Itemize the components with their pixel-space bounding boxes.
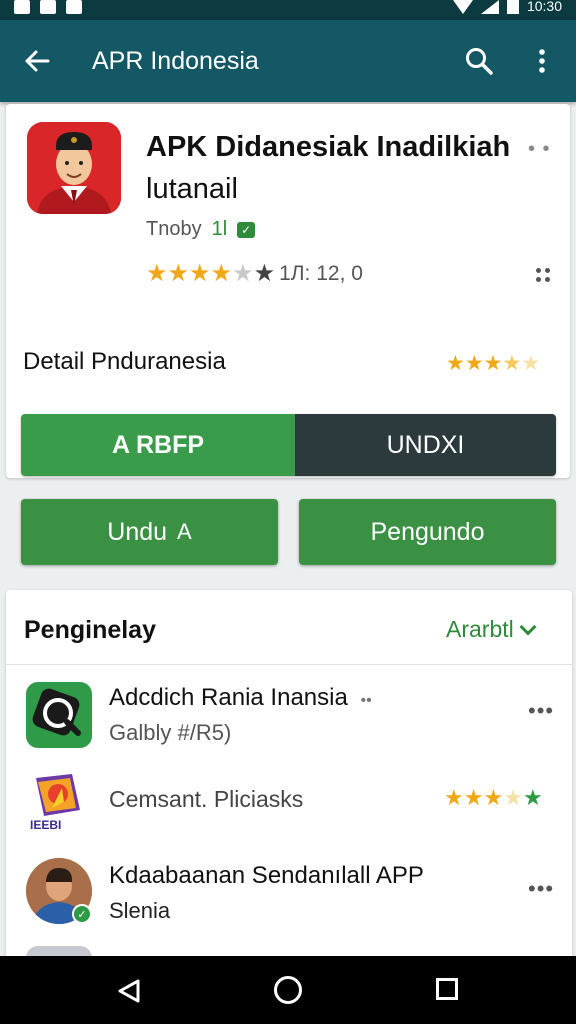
developer-name: Tnoby [146, 218, 202, 240]
nav-back-icon[interactable] [116, 978, 142, 1004]
undu-button[interactable]: Undu A [21, 499, 278, 565]
developer-row: Tnoby 1l ✓ [146, 218, 256, 241]
rating-row: ★ ★ ★ ★ ★ ★ 1Л: 12, 0 [146, 262, 363, 286]
detail-title: Detail Pnduranesia [23, 348, 226, 375]
pengundo-button[interactable]: Pengundo [299, 499, 556, 565]
status-notifications [14, 0, 82, 14]
more-vert-icon[interactable] [530, 46, 554, 76]
app-detail-card: APK Didanesiak Inadilkiah lutanail • • T… [6, 104, 570, 478]
avatar-illustration [27, 122, 121, 214]
star-icon: ★ [502, 352, 522, 375]
undu-button-label: Undu [107, 517, 168, 546]
segment-right-label: UNDXI [386, 430, 465, 459]
list-item-title[interactable]: Adcdich Rania Inansia •• [109, 684, 372, 712]
divider [6, 664, 572, 665]
app-title: APK Didanesiak Inadilkiah lutanail [146, 126, 526, 210]
list-item-title-text: Adcdich Rania Inansia [109, 684, 348, 711]
status-bar: 10:30 [0, 0, 576, 20]
star-icon: ★ [463, 785, 484, 810]
list-item-title[interactable]: Kdaabaanan Sendanılall APP [109, 862, 424, 890]
status-time: 10:30 [526, 0, 562, 14]
list-item-icon[interactable]: IEEBI [28, 772, 84, 832]
developer-badge-text: 1l [211, 218, 228, 240]
notification-icon [14, 0, 30, 14]
list-header: Penginelay [24, 616, 156, 644]
star-icon: ★ [522, 785, 543, 810]
list-filter-label: Ararbtl [446, 616, 514, 642]
star-icon: ★ [521, 352, 541, 375]
grid-icon[interactable] [536, 268, 550, 282]
star-icon: ★ [483, 785, 504, 810]
star-icon: ★ [503, 785, 523, 810]
navigation-bar [0, 956, 576, 1024]
card-menu-icon[interactable]: • • [528, 138, 551, 161]
star-icon: ★ [483, 352, 503, 375]
notification-icon [66, 0, 82, 14]
magnifier-icon [32, 688, 81, 736]
app-logo-icon: IEEBI [30, 774, 80, 832]
star-icon: ★ [210, 260, 233, 287]
star-icon: ★ [232, 260, 254, 287]
undu-button-icon: A [177, 519, 192, 544]
segment-left-label: RBFP [136, 430, 205, 459]
page-title: APR Indonesia [92, 47, 259, 75]
wifi-icon [452, 0, 473, 14]
segment-left-icon: A [111, 430, 130, 459]
star-icon: ★ [444, 785, 464, 810]
status-indicators: 10:30 [452, 0, 562, 14]
list-item-rating: ★ ★ ★ ★ ★ [444, 786, 543, 810]
star-icon: ★ [167, 260, 190, 287]
list-item-subtitle: Galbly #/R5) [109, 720, 232, 745]
list-item-menu-icon[interactable]: ••• [528, 698, 554, 724]
segmented-control: A RBFP UNDXI [21, 414, 556, 476]
star-icon: ★ [253, 260, 276, 287]
rating-count: 1Л: 12, 0 [279, 262, 363, 285]
notification-icon [40, 0, 56, 14]
segment-right[interactable]: UNDXI [295, 414, 556, 476]
app-title-line2: lutanail [146, 173, 238, 205]
star-icon: ★ [189, 260, 211, 287]
recommendation-card: Penginelay Ararbtl Adcdich Rania Inansia… [6, 590, 572, 970]
nav-recents-icon[interactable] [436, 978, 458, 1000]
back-arrow-icon[interactable] [22, 46, 52, 76]
list-item-menu-icon[interactable]: ••• [528, 876, 554, 902]
search-icon[interactable] [464, 46, 494, 76]
app-title-line1: APK Didanesiak Inadilkiah [146, 131, 511, 163]
app-bar: APR Indonesia [0, 20, 576, 102]
app-icon [27, 122, 121, 214]
battery-icon [506, 0, 519, 14]
signal-icon [480, 0, 499, 14]
segment-left[interactable]: A RBFP [21, 414, 295, 476]
list-item-title[interactable]: Cemsant. Pliciasks [109, 786, 303, 813]
pengundo-button-label: Pengundo [370, 517, 485, 546]
star-icon: ★ [464, 352, 484, 375]
star-icon: ★ [446, 352, 465, 375]
chevron-down-icon [519, 618, 537, 635]
list-item-title-suffix: •• [360, 692, 372, 709]
nav-home-icon[interactable] [274, 976, 302, 1004]
detail-rating-stars: ★ ★ ★ ★ ★ [446, 352, 540, 376]
list-filter-dropdown[interactable]: Ararbtl [446, 616, 537, 643]
verified-badge-icon: ✓ [72, 904, 92, 924]
list-item-icon[interactable] [26, 682, 92, 748]
verified-icon: ✓ [237, 221, 256, 238]
app-logo-text: IEEBI [30, 818, 61, 832]
list-item-subtitle: Slenia [109, 898, 171, 923]
star-icon: ★ [146, 260, 168, 287]
